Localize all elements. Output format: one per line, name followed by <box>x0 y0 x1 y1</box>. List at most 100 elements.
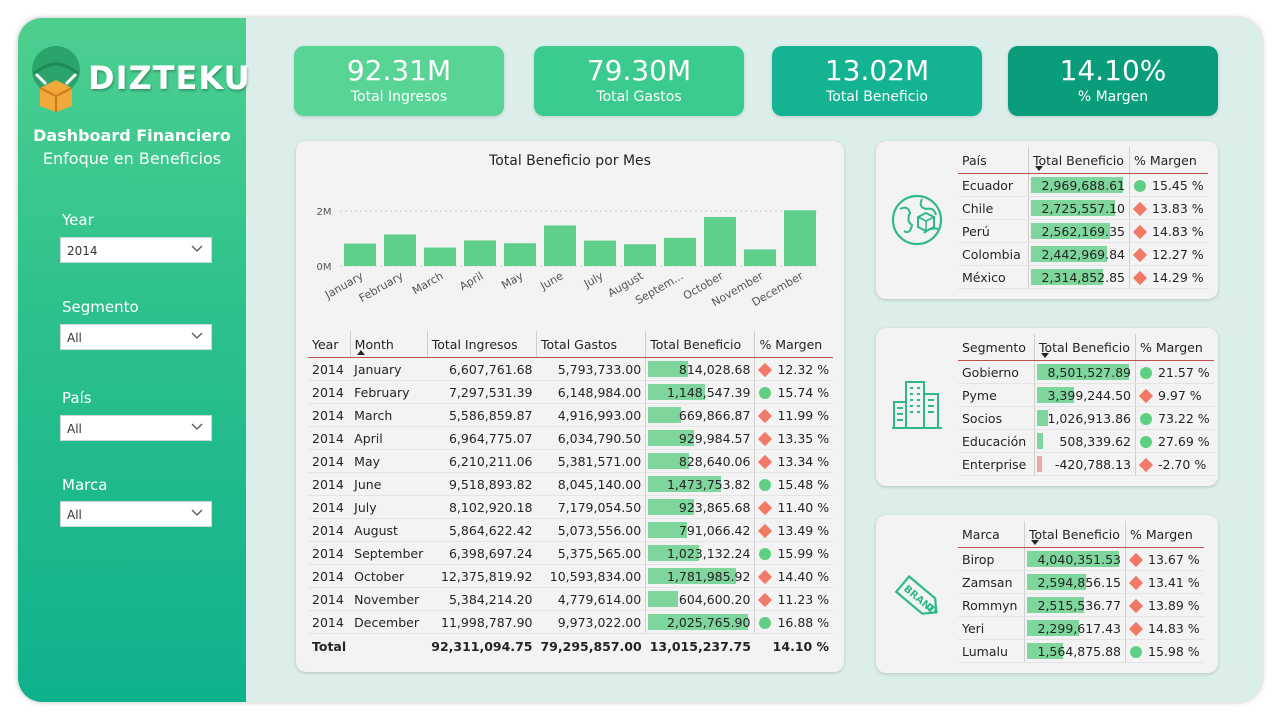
status-diamond-icon <box>1132 224 1148 240</box>
table-row[interactable]: 2014 July 8,102,920.18 7,179,054.50 923,865.… <box>308 495 834 519</box>
table-row[interactable]: 2014 February 7,297,531.39 6,148,984.00 1,14… <box>308 380 834 404</box>
table-row[interactable]: 2014 December 11,998,787.90 9,973,022.00 2,0… <box>308 610 834 634</box>
chart-title: Total Beneficio por Mes <box>489 153 651 169</box>
table-row[interactable]: Yeri 2,299,617.43 14.83 % <box>958 616 1204 640</box>
cell-value: 2,299,617.43 <box>1037 620 1122 636</box>
table-row[interactable]: Socios 1,026,913.86 73.22 % <box>958 406 1214 430</box>
bar[interactable] <box>584 240 616 266</box>
cell-value: 16.88 % <box>777 614 830 630</box>
bar[interactable] <box>624 244 656 266</box>
col-header[interactable]: Total Beneficio <box>1024 521 1126 548</box>
cell-value: 21.57 % <box>1158 364 1210 380</box>
col-header[interactable]: Total Ingresos <box>426 331 537 358</box>
cell-value: 1,564,875.88 <box>1037 643 1122 659</box>
table-row[interactable]: 2014 August 5,864,622.42 5,073,556.00 791,06… <box>308 518 834 542</box>
table-row[interactable]: Colombia 2,442,969.84 12.27 % <box>958 242 1208 266</box>
margin-cell: 13.67 % <box>1124 547 1204 571</box>
slicer-pais[interactable]: All <box>60 415 212 441</box>
table-row[interactable]: Rommyn 2,515,536.77 13.89 % <box>958 593 1204 617</box>
table-row[interactable]: Educación 508,339.62 27.69 % <box>958 429 1214 453</box>
slicer-label-marca: Marca <box>62 476 108 494</box>
globe-icon <box>891 194 943 246</box>
month-cell: November <box>350 587 428 611</box>
month-cell: May <box>350 449 428 473</box>
bar[interactable] <box>704 216 736 266</box>
col-header[interactable]: % Margen <box>754 331 834 358</box>
margin-cell: 13.35 % <box>754 426 834 450</box>
sort-descending-icon <box>1035 166 1043 171</box>
bar[interactable] <box>544 225 576 266</box>
slicer-year[interactable]: 2014 <box>60 237 212 263</box>
gastos-cell: 4,779,614.00 <box>536 587 646 611</box>
gastos-cell: 5,793,733.00 <box>536 357 646 381</box>
table-row[interactable]: Pyme 3,399,244.50 9.97 % <box>958 383 1214 407</box>
table-row[interactable]: Enterprise -420,788.13 -2.70 % <box>958 452 1214 476</box>
table-row[interactable]: Perú 2,562,169.35 14.83 % <box>958 219 1208 243</box>
col-header[interactable]: Total Beneficio <box>1034 334 1136 361</box>
col-header[interactable]: % Margen <box>1124 521 1204 548</box>
col-header[interactable]: Total Beneficio <box>1028 147 1130 174</box>
cell-value: 13.41 % <box>1148 574 1200 590</box>
status-diamond-icon <box>1132 247 1148 263</box>
table-row[interactable]: 2014 June 9,518,893.82 8,045,140.00 1,473,75… <box>308 472 834 496</box>
status-diamond-icon <box>758 408 773 424</box>
margin-cell: 15.45 % <box>1128 173 1208 197</box>
beneficio-cell: 791,066.42 <box>645 518 755 542</box>
ingresos-cell: 9,518,893.82 <box>427 472 537 496</box>
bar[interactable] <box>504 243 536 266</box>
table-row[interactable]: 2014 November 5,384,214.20 4,779,614.00 604,… <box>308 587 834 611</box>
month-cell: January <box>350 357 428 381</box>
col-header-label: Total Beneficio <box>1039 339 1130 355</box>
brand-table: Marca Total Beneficio % Margen Birop 4,04… <box>958 521 1204 663</box>
beneficio-cell: 1,148,547.39 <box>645 380 755 404</box>
status-diamond-icon <box>1128 552 1144 568</box>
col-header[interactable]: Year <box>308 331 351 358</box>
bar[interactable] <box>784 210 816 266</box>
table-row[interactable]: 2014 September 6,398,697.24 5,375,565.00 1,0… <box>308 541 834 565</box>
month-cell: February <box>350 380 428 404</box>
data-bar <box>1037 433 1043 449</box>
col-header[interactable]: % Margen <box>1134 334 1214 361</box>
col-header[interactable]: Marca <box>958 521 1025 548</box>
kpi-label: Total Beneficio <box>826 89 928 105</box>
col-header[interactable]: Total Beneficio <box>645 331 755 358</box>
col-header[interactable]: Segmento <box>958 334 1035 361</box>
cell-value: 14.40 % <box>777 568 830 584</box>
slicer-segmento[interactable]: All <box>60 324 212 350</box>
kpi-value: 79.30M <box>586 54 692 87</box>
col-header[interactable]: Total Gastos <box>535 331 646 358</box>
beneficio-cell: -420,788.13 <box>1034 452 1136 476</box>
table-row[interactable]: Gobierno 8,501,527.89 21.57 % <box>958 360 1214 384</box>
slicer-value: All <box>67 508 82 522</box>
table-row[interactable]: 2014 March 5,586,859.87 4,916,993.00 669,866… <box>308 403 834 427</box>
table-row[interactable]: 2014 April 6,964,775.07 6,034,790.50 929,984… <box>308 426 834 450</box>
table-row[interactable]: Lumalu 1,564,875.88 15.98 % <box>958 639 1204 663</box>
bar[interactable] <box>744 249 776 266</box>
col-header[interactable]: % Margen <box>1128 147 1208 174</box>
year-cell: 2014 <box>308 610 351 634</box>
margin-cell: 15.48 % <box>754 472 834 496</box>
margin-cell: 11.40 % <box>754 495 834 519</box>
col-header[interactable]: Month <box>349 331 428 358</box>
bar[interactable] <box>664 237 696 266</box>
bar[interactable] <box>344 243 376 266</box>
bar[interactable] <box>384 234 416 266</box>
cell-value: 27.69 % <box>1158 433 1210 449</box>
slicer-value: All <box>67 422 82 436</box>
table-row[interactable]: 2014 October 12,375,819.92 10,593,834.00 1,7… <box>308 564 834 588</box>
table-row[interactable]: Zamsan 2,594,856.15 13.41 % <box>958 570 1204 594</box>
col-header[interactable]: País <box>958 147 1029 174</box>
y-tick-label: 0M <box>317 262 332 273</box>
slicer-value: All <box>67 331 82 345</box>
bar[interactable] <box>464 240 496 266</box>
table-row[interactable]: Ecuador 2,969,688.61 15.45 % <box>958 173 1208 197</box>
slicer-marca[interactable]: All <box>60 501 212 527</box>
table-row[interactable]: 2014 May 6,210,211.06 5,381,571.00 828,640.0… <box>308 449 834 473</box>
table-row[interactable]: Birop 4,040,351.53 13.67 % <box>958 547 1204 571</box>
margin-cell: 13.49 % <box>754 518 834 542</box>
table-row[interactable]: Chile 2,725,557.10 13.83 % <box>958 196 1208 220</box>
cell-value: 2,562,169.35 <box>1041 223 1126 239</box>
table-row[interactable]: México 2,314,852.85 14.29 % <box>958 265 1208 289</box>
table-row[interactable]: 2014 January 6,607,761.68 5,793,733.00 814,0… <box>308 357 834 381</box>
bar[interactable] <box>424 247 456 266</box>
